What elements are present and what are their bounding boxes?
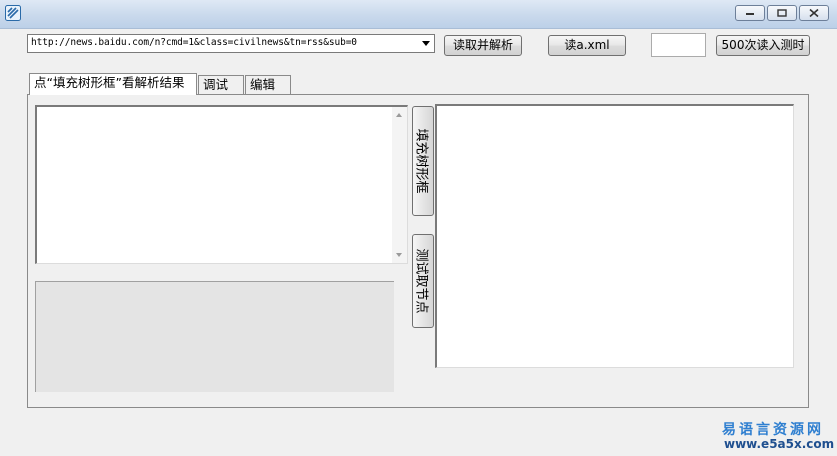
minimize-icon — [746, 13, 754, 15]
close-icon — [809, 8, 819, 18]
test-get-node-label: 测试取节点 — [413, 248, 429, 314]
test-get-node-button[interactable]: 测试取节点 — [412, 234, 434, 328]
count-input[interactable] — [651, 33, 706, 57]
app-icon — [5, 5, 21, 21]
read-500-times-button[interactable]: 500次读入测时 — [716, 35, 810, 56]
source-text-area[interactable] — [35, 105, 408, 264]
tab-debug[interactable]: 调试 — [198, 75, 244, 94]
tab-parse-result[interactable]: 点“填充树形框”看解析结果 — [29, 73, 197, 95]
url-combobox[interactable]: http://news.baidu.com/n?cmd=1&class=civi… — [27, 34, 435, 53]
close-button[interactable] — [799, 5, 829, 21]
node-info-box[interactable] — [35, 281, 394, 392]
chevron-down-icon[interactable] — [422, 41, 430, 46]
tree-view[interactable] — [435, 104, 794, 368]
minimize-button[interactable] — [735, 5, 765, 21]
watermark-site-name: 易语言资源网 — [722, 422, 824, 438]
fill-tree-button[interactable]: 填充树形框 — [412, 106, 434, 216]
scroll-up-icon[interactable] — [396, 113, 402, 117]
watermark-site-url: www.e5a5x.com — [724, 437, 835, 451]
read-xml-button[interactable]: 读a.xml — [548, 35, 626, 56]
scroll-down-icon[interactable] — [396, 253, 402, 257]
window-titlebar — [0, 0, 837, 29]
read-and-parse-button[interactable]: 读取并解析 — [444, 35, 522, 56]
maximize-button[interactable] — [767, 5, 797, 21]
vertical-scrollbar[interactable] — [392, 107, 407, 263]
url-value: http://news.baidu.com/n?cmd=1&class=civi… — [31, 37, 357, 48]
fill-tree-label: 填充树形框 — [413, 128, 429, 194]
maximize-icon — [777, 9, 787, 17]
tab-edit[interactable]: 编辑 — [245, 75, 291, 94]
